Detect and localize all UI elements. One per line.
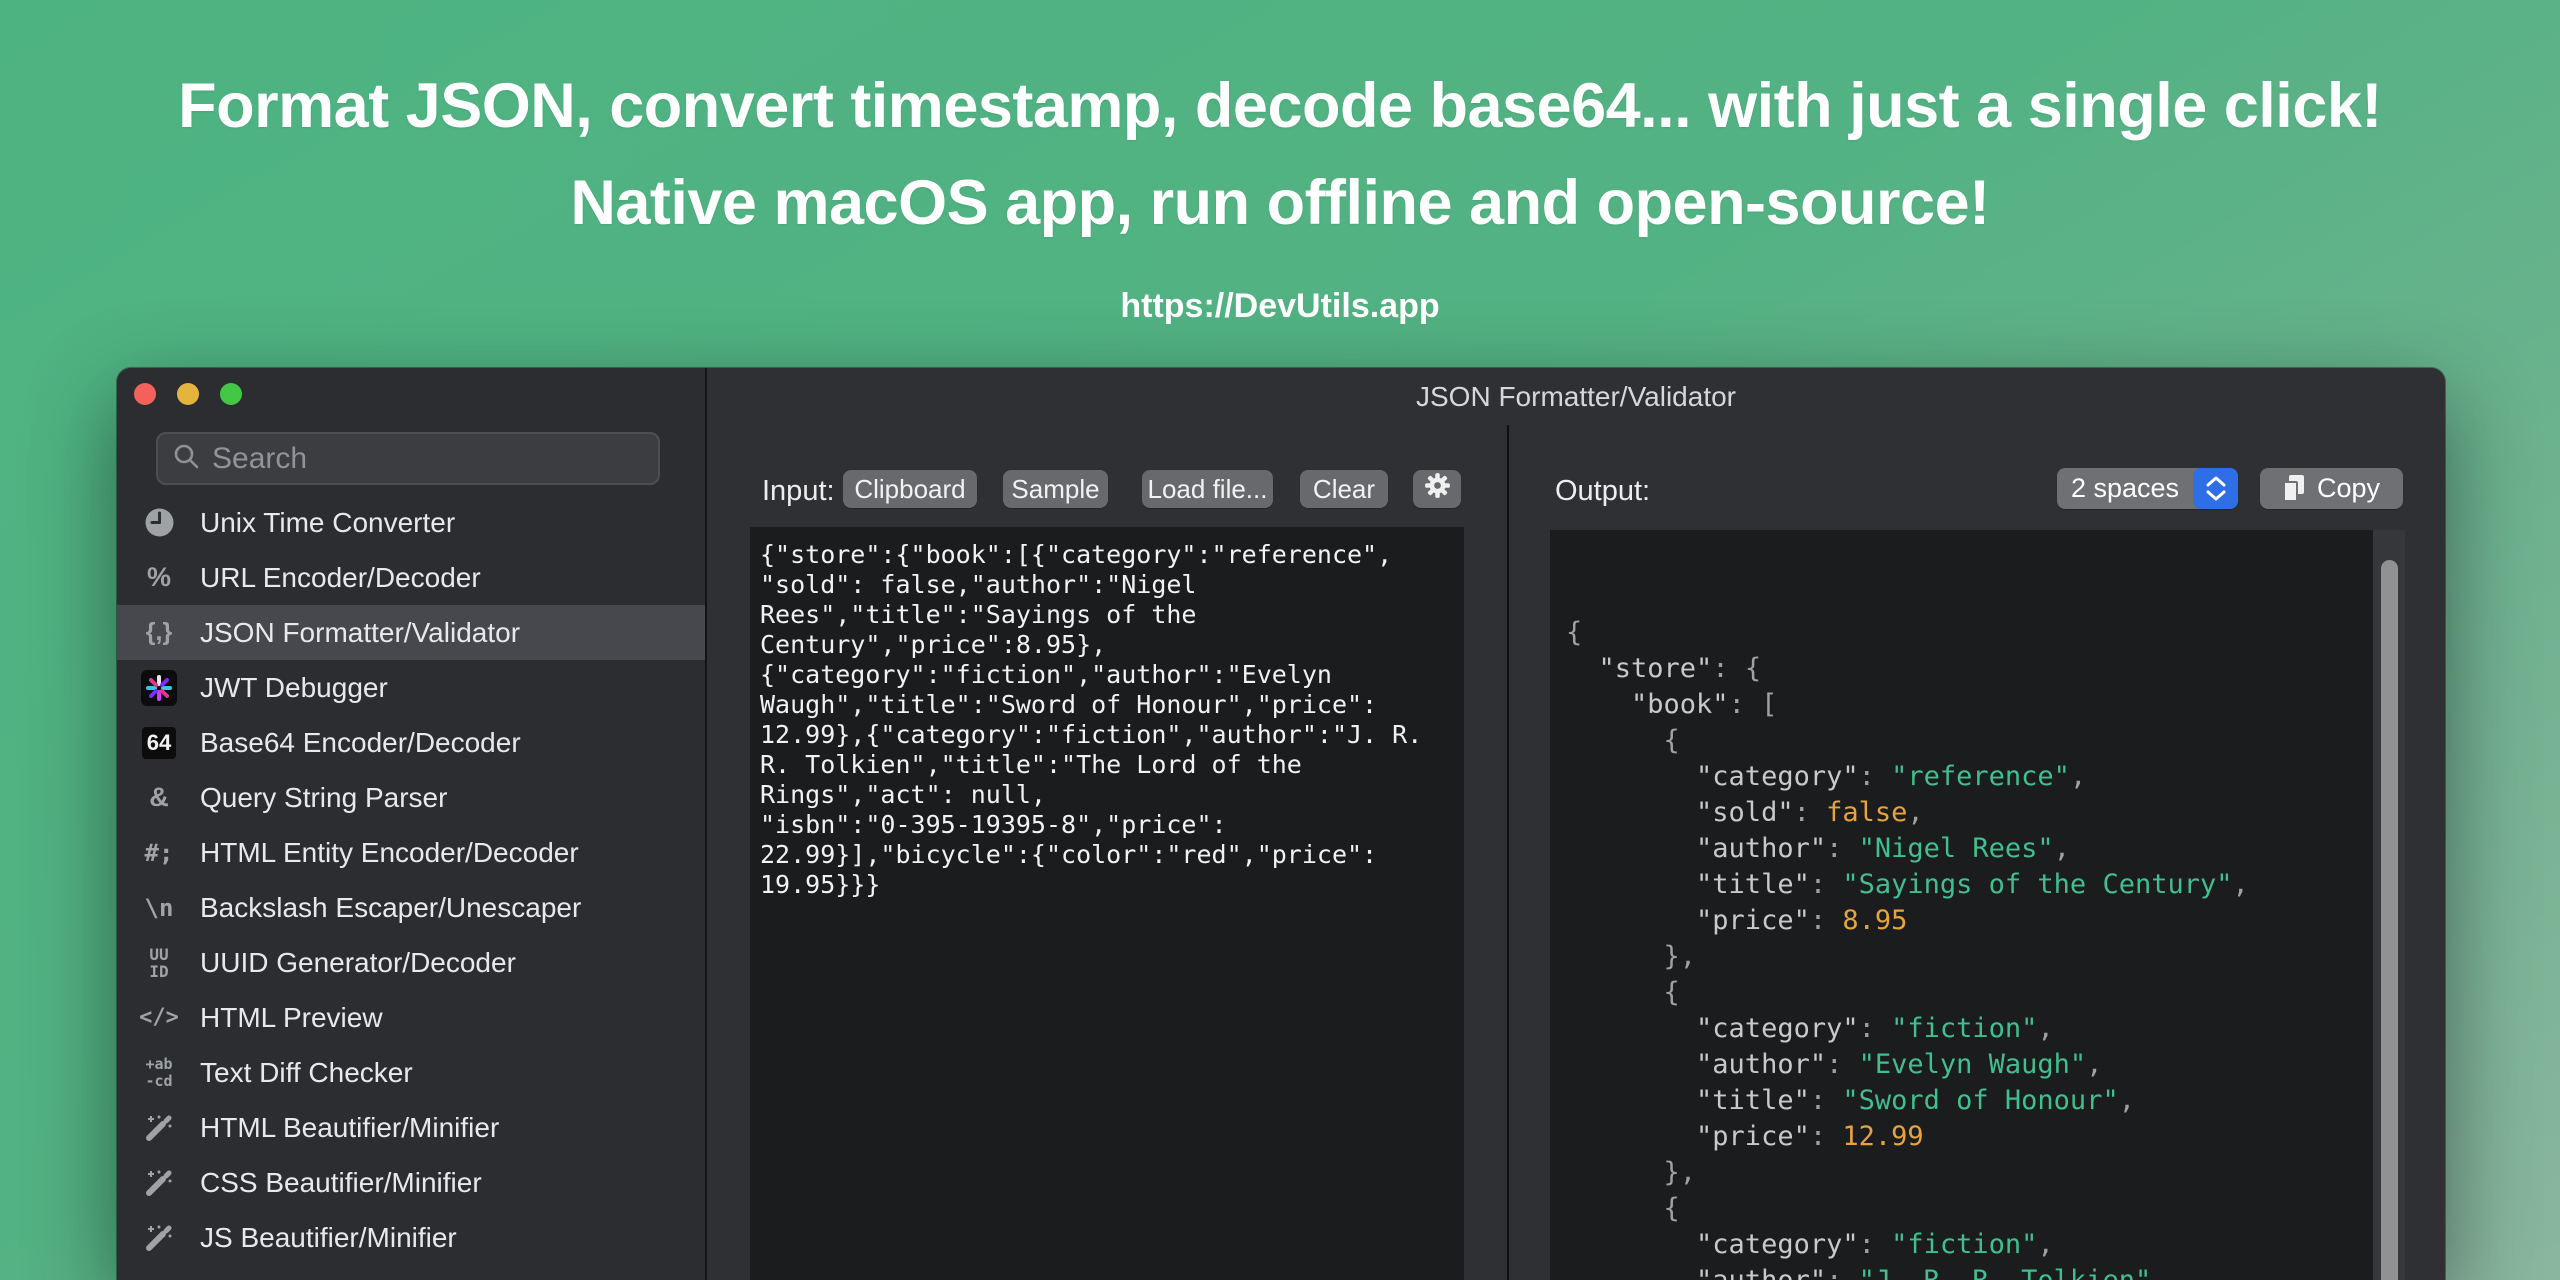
input-label: Input: <box>762 475 835 507</box>
zoom-window-button[interactable] <box>220 383 242 405</box>
sidebar-item-label: Backslash Escaper/Unescaper <box>200 891 582 923</box>
sidebar-item-base64[interactable]: 64 Base64 Encoder/Decoder <box>117 715 705 770</box>
sidebar-item-html-entity[interactable]: #; HTML Entity Encoder/Decoder <box>117 825 705 880</box>
ampersand-icon: & <box>149 782 169 812</box>
clear-button[interactable]: Clear <box>1300 470 1388 508</box>
indent-dropdown[interactable]: 2 spaces <box>2057 468 2238 509</box>
sidebar-item-label: Query String Parser <box>200 781 448 813</box>
hero-banner: Format JSON, convert timestamp, decode b… <box>0 58 2560 326</box>
hero-url: https://DevUtils.app <box>1120 287 1440 325</box>
output-text-area[interactable]: { "store": { "book": [ { "category": "re… <box>1550 530 2405 1280</box>
panel-divider <box>1507 425 1509 1280</box>
sidebar-item-label: Base64 Encoder/Decoder <box>200 726 521 758</box>
sidebar-search[interactable] <box>156 432 660 485</box>
traffic-lights <box>134 383 242 405</box>
wand-icon <box>137 1112 181 1144</box>
search-icon <box>172 442 200 475</box>
wand-icon <box>137 1222 181 1254</box>
sidebar-item-label: HTML Entity Encoder/Decoder <box>200 836 579 868</box>
sidebar-item-html-beautifier[interactable]: HTML Beautifier/Minifier <box>117 1100 705 1155</box>
sidebar-item-label: HTML Preview <box>200 1001 383 1033</box>
sidebar-item-json-formatter[interactable]: {,} JSON Formatter/Validator <box>117 605 705 660</box>
load-file-button[interactable]: Load file... <box>1142 470 1273 508</box>
sidebar-item-url-encoder[interactable]: % URL Encoder/Decoder <box>117 550 705 605</box>
gear-icon <box>1424 472 1451 506</box>
sidebar-item-label: JWT Debugger <box>200 671 388 703</box>
sample-button[interactable]: Sample <box>1003 470 1108 508</box>
main-content: JSON Formatter/Validator Input: Clipboar… <box>707 368 2445 1280</box>
output-label: Output: <box>1555 475 1651 507</box>
sidebar-item-js-beautifier[interactable]: JS Beautifier/Minifier <box>117 1210 705 1265</box>
sidebar: Unix Time Converter % URL Encoder/Decode… <box>117 368 705 1280</box>
sidebar-item-query-string[interactable]: & Query String Parser <box>117 770 705 825</box>
uuid-icon: UU ID <box>149 944 169 981</box>
input-text-area[interactable]: {"store":{"book":[{"category":"reference… <box>750 527 1464 1280</box>
copy-button[interactable]: Copy <box>2260 468 2403 509</box>
output-json: { "store": { "book": [ { "category": "re… <box>1566 617 2249 1280</box>
sidebar-item-partial[interactable] <box>117 1265 705 1280</box>
sidebar-item-jwt-debugger[interactable]: JWT Debugger <box>117 660 705 715</box>
percent-icon: % <box>146 562 171 592</box>
base64-icon: 64 <box>137 726 181 759</box>
sidebar-item-text-diff[interactable]: +ab -cd Text Diff Checker <box>117 1045 705 1100</box>
backslash-n-icon: \n <box>144 893 174 922</box>
sidebar-item-label: UUID Generator/Decoder <box>200 946 516 978</box>
sidebar-item-css-beautifier[interactable]: CSS Beautifier/Minifier <box>117 1155 705 1210</box>
sidebar-item-label: URL Encoder/Decoder <box>200 561 481 593</box>
input-settings-button[interactable] <box>1413 470 1461 508</box>
sidebar-item-label: Text Diff Checker <box>200 1056 413 1088</box>
hash-semicolon-icon: #; <box>144 838 174 867</box>
indent-dropdown-value: 2 spaces <box>2070 473 2180 503</box>
clock-icon <box>137 507 181 538</box>
jwt-icon <box>137 669 181 706</box>
hero-headline-2: Native macOS app, run offline and open-s… <box>570 168 1990 238</box>
sidebar-item-html-preview[interactable]: </> HTML Preview <box>117 990 705 1045</box>
sidebar-item-unix-time-converter[interactable]: Unix Time Converter <box>117 495 705 550</box>
app-window: Unix Time Converter % URL Encoder/Decode… <box>117 368 2445 1280</box>
diff-icon: +ab -cd <box>145 1054 173 1090</box>
code-tag-icon: </> <box>139 1005 179 1030</box>
sidebar-item-label: Unix Time Converter <box>200 506 456 538</box>
output-scrollbar-track[interactable] <box>2373 530 2405 1280</box>
braces-icon: {,} <box>145 618 173 646</box>
minimize-window-button[interactable] <box>177 383 199 405</box>
wand-icon <box>137 1167 181 1199</box>
copy-button-label: Copy <box>2316 473 2381 503</box>
copy-icon <box>2282 475 2305 502</box>
sidebar-item-label: CSS Beautifier/Minifier <box>200 1166 482 1198</box>
window-title: JSON Formatter/Validator <box>1415 380 1737 412</box>
clipboard-button[interactable]: Clipboard <box>843 470 977 508</box>
close-window-button[interactable] <box>134 383 156 405</box>
stepper-icon <box>2193 468 2238 509</box>
sidebar-nav: Unix Time Converter % URL Encoder/Decode… <box>117 495 705 1280</box>
sidebar-item-label: JS Beautifier/Minifier <box>200 1221 457 1253</box>
output-scrollbar-thumb[interactable] <box>2381 560 2398 1280</box>
search-input[interactable] <box>212 441 644 476</box>
sidebar-item-backslash-escaper[interactable]: \n Backslash Escaper/Unescaper <box>117 880 705 935</box>
sidebar-item-label: JSON Formatter/Validator <box>200 616 521 648</box>
sidebar-item-uuid[interactable]: UU ID UUID Generator/Decoder <box>117 935 705 990</box>
hero-headline-1: Format JSON, convert timestamp, decode b… <box>178 71 2382 141</box>
wand-icon <box>137 1277 181 1280</box>
sidebar-item-label: HTML Beautifier/Minifier <box>200 1111 500 1143</box>
window-titlebar: JSON Formatter/Validator <box>707 368 2445 425</box>
